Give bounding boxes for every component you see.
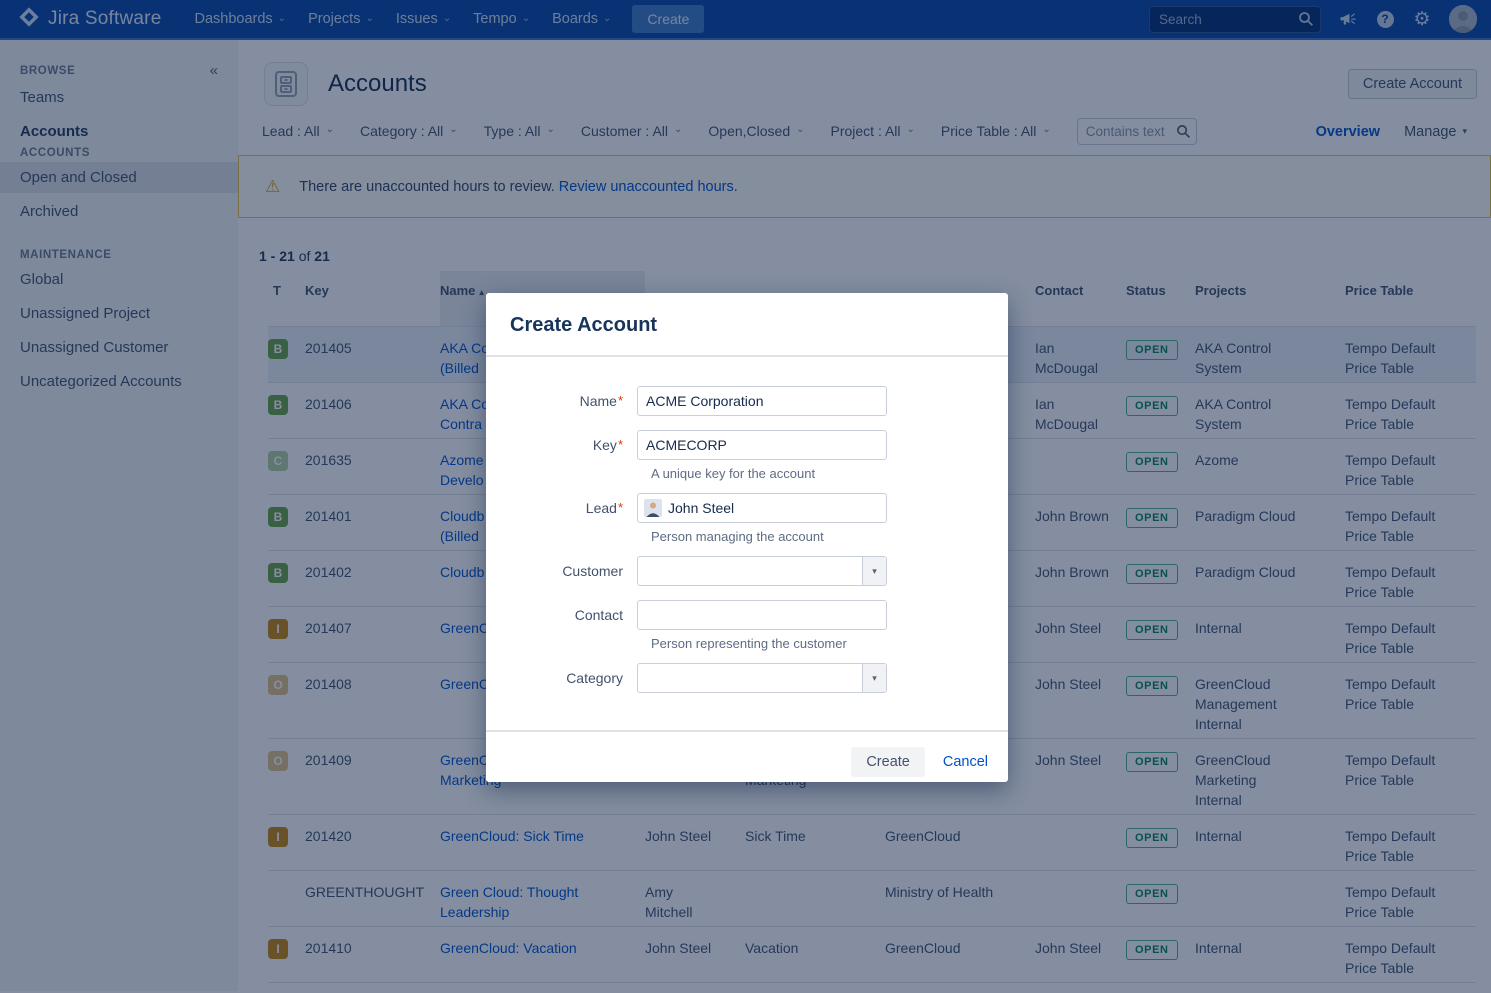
customer-dropdown-button[interactable]: ▾ bbox=[862, 557, 886, 585]
modal-title: Create Account bbox=[510, 314, 657, 336]
key-helper-text: A unique key for the account bbox=[651, 466, 1008, 481]
category-dropdown-button[interactable]: ▾ bbox=[862, 664, 886, 692]
lead-avatar bbox=[644, 499, 662, 522]
required-asterisk: * bbox=[618, 500, 623, 515]
category-label: Category bbox=[486, 670, 637, 686]
key-field[interactable] bbox=[637, 430, 887, 460]
lead-label: Lead* bbox=[486, 500, 637, 516]
modal-cancel-link[interactable]: Cancel bbox=[943, 754, 988, 770]
contact-field[interactable] bbox=[637, 600, 887, 630]
lead-field[interactable] bbox=[637, 493, 887, 523]
required-asterisk: * bbox=[618, 393, 623, 408]
customer-label: Customer bbox=[486, 563, 637, 579]
modal-create-button[interactable]: Create bbox=[851, 747, 925, 777]
contact-helper-text: Person representing the customer bbox=[651, 636, 1008, 651]
contact-label: Contact bbox=[486, 607, 637, 623]
category-field[interactable] bbox=[637, 663, 887, 693]
name-field[interactable] bbox=[637, 386, 887, 416]
key-label: Key* bbox=[486, 437, 637, 453]
name-label: Name* bbox=[486, 393, 637, 409]
create-account-modal: Create Account Name* Key* A unique key f… bbox=[486, 293, 1008, 782]
customer-field[interactable] bbox=[637, 556, 887, 586]
required-asterisk: * bbox=[618, 437, 623, 452]
lead-helper-text: Person managing the account bbox=[651, 529, 1008, 544]
